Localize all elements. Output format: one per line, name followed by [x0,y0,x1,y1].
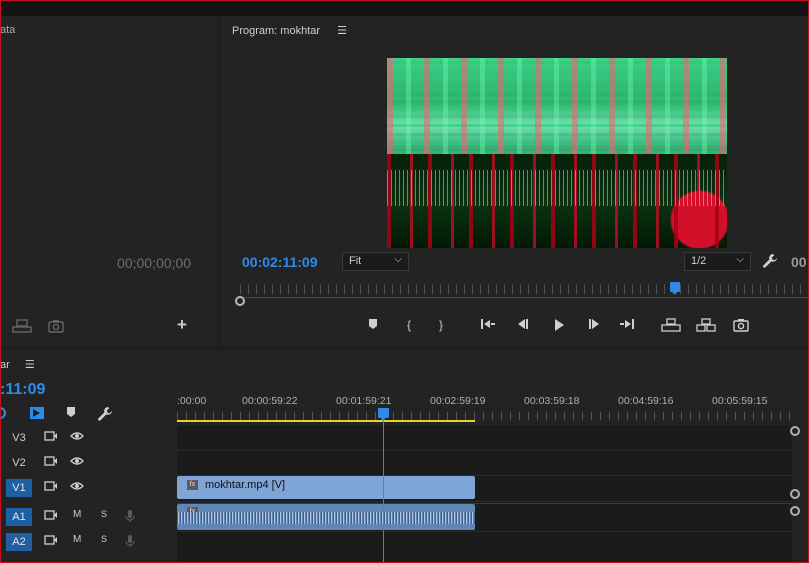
program-monitor-panel: Program: mokhtar ☰ 00:02:11:09 Fit ⌵ 1/2… [221,16,809,346]
mute-button[interactable]: M [73,509,81,520]
eye-icon[interactable] [70,480,84,495]
ruler-label: 00:00:59:22 [242,395,298,407]
hamburger-icon[interactable]: ☰ [25,358,35,371]
track-divider [177,501,792,502]
sync-lock-icon[interactable] [44,430,58,445]
program-time-ruler[interactable] [240,284,809,294]
mute-button[interactable]: M [73,534,81,545]
track-header-v2: V2 [0,450,177,474]
work-area-bar[interactable] [177,420,475,422]
marker-icon[interactable] [367,318,379,333]
playback-resolution-value: 1/2 [691,255,707,267]
video-track-scroll-handle-bottom[interactable] [790,489,800,499]
video-frame-dot-texture [387,170,727,206]
timeline-time-ruler[interactable] [177,412,792,420]
linked-selection-icon[interactable] [29,406,45,423]
step-forward-icon[interactable] [587,318,601,333]
track-header-a1: A1 M S [0,504,177,528]
track-header-v3: V3 [0,425,177,449]
timeline-playhead-timecode[interactable]: :11:09 [0,381,45,399]
video-track-scroll-handle[interactable] [790,426,800,436]
source-timecode[interactable]: 00;00;00;00 [117,255,191,271]
chevron-down-icon: ⌵ [736,254,744,265]
insert-icon[interactable] [12,319,32,336]
program-ruler-track [240,297,809,298]
video-frame-top-region [387,58,727,154]
mark-in-icon[interactable]: { [407,318,411,332]
fx-badge: fx [187,480,198,490]
microphone-icon[interactable] [125,534,135,551]
track-header-a2: A2 M S [0,529,177,553]
sync-lock-icon[interactable] [44,455,58,470]
audio-clip[interactable]: fx [177,504,475,530]
track-divider [177,531,792,532]
ruler-label: 00:03:59:18 [524,395,580,407]
track-target-v2[interactable]: V2 [6,454,32,472]
add-marker-icon[interactable] [66,406,76,421]
program-monitor-tab[interactable]: Program: mokhtar ☰ [232,24,347,37]
sync-lock-icon[interactable] [44,509,58,524]
timeline-panel: ar ☰ :11:09 :00:00 00:00:59:22 00:01:59:… [0,350,809,563]
zoom-fit-value: Fit [349,255,362,267]
track-headers: V3 V2 V1 A1 M S A2 M S [0,425,177,563]
source-panel: ata 00;00;00;00 + [0,16,217,346]
track-header-v1: V1 [0,475,177,499]
camera-icon[interactable] [733,318,749,335]
audio-track-scroll-handle[interactable] [790,506,800,516]
extract-icon[interactable] [696,318,716,335]
track-target-v3[interactable]: V3 [6,429,32,447]
solo-button[interactable]: S [101,534,107,544]
mark-out-icon[interactable]: } [439,318,443,332]
program-duration-timecode[interactable]: 00 [791,254,807,270]
timeline-tab[interactable]: ar ☰ [0,358,35,371]
timeline-tab-label: ar [0,359,10,371]
ruler-label: 00:02:59:19 [430,395,486,407]
wrench-icon[interactable] [762,253,778,272]
video-clip-label: mokhtar.mp4 [V] [205,479,286,491]
sync-lock-icon[interactable] [44,480,58,495]
camera-icon[interactable] [48,319,64,336]
program-zoom-scroll-handle[interactable] [235,296,245,306]
audio-waveform [177,512,475,524]
snap-icon[interactable] [0,406,8,423]
playback-resolution-dropdown[interactable]: 1/2 ⌵ [684,252,751,271]
microphone-icon[interactable] [125,509,135,526]
chevron-down-icon: ⌵ [394,254,402,265]
eye-icon[interactable] [70,430,84,445]
track-target-v1[interactable]: V1 [6,479,32,497]
step-back-icon[interactable] [516,318,530,333]
hamburger-icon[interactable]: ☰ [337,24,347,37]
ruler-label: 00:04:59:16 [618,395,674,407]
zoom-fit-dropdown[interactable]: Fit ⌵ [342,252,409,271]
program-playhead-handle[interactable] [670,282,680,295]
timeline-playhead-line[interactable] [383,420,384,563]
source-panel-tab[interactable]: ata [0,24,15,36]
lift-icon[interactable] [661,318,681,335]
window-top-bar [0,0,809,16]
ruler-label: 00:05:59:15 [712,395,768,407]
sync-lock-icon[interactable] [44,534,58,549]
program-monitor-title: Program: mokhtar [232,25,321,37]
track-divider [177,450,792,451]
go-to-out-icon[interactable] [619,318,635,333]
ruler-label: 00:01:59:21 [336,395,392,407]
program-video-preview[interactable] [387,58,727,248]
wrench-icon[interactable] [97,406,113,425]
solo-button[interactable]: S [101,509,107,519]
eye-icon[interactable] [70,455,84,470]
track-target-a2[interactable]: A2 [6,533,32,551]
ruler-label: :00:00 [177,395,207,407]
video-clip[interactable]: fx mokhtar.mp4 [V] [177,476,475,499]
timeline-playhead-handle[interactable] [378,408,389,421]
play-icon[interactable] [552,318,566,335]
program-playhead-timecode[interactable]: 00:02:11:09 [242,254,318,270]
add-button-plus-icon[interactable]: + [177,316,187,333]
track-target-a1[interactable]: A1 [6,508,32,526]
go-to-in-icon[interactable] [480,318,496,333]
